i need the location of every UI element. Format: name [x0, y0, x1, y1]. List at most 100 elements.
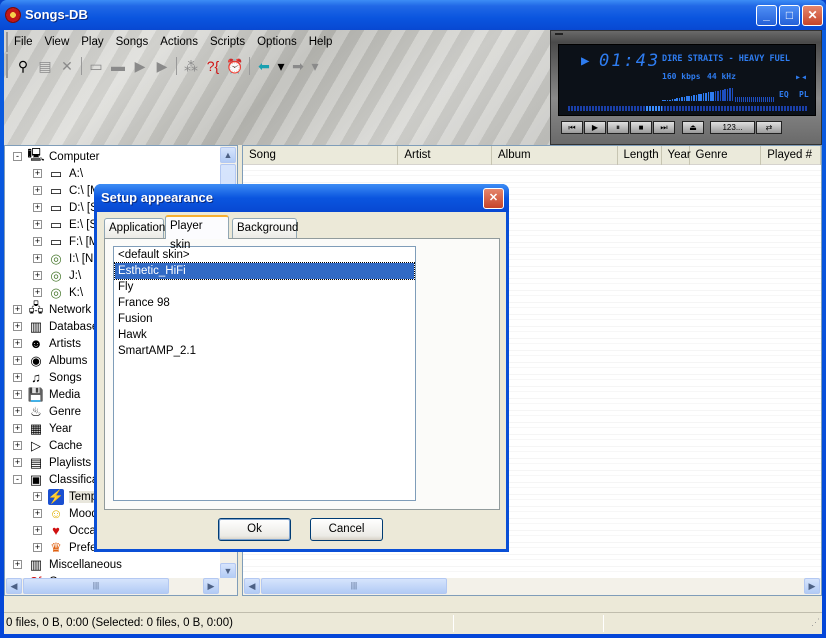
playlist-toggle[interactable]: PL [799, 90, 809, 99]
tab-background[interactable]: Background [232, 218, 298, 238]
column-played[interactable]: Played # [761, 146, 821, 165]
expand-icon[interactable]: + [13, 390, 22, 399]
tree-item-playlists[interactable]: + ▤ Playlists [13, 454, 91, 471]
expand-icon[interactable]: + [33, 492, 42, 501]
query-button[interactable]: ?{ [202, 55, 224, 77]
expand-icon[interactable]: + [13, 560, 22, 569]
playlist-add-button[interactable]: ▬ [107, 55, 129, 77]
menu-songs[interactable]: Songs [116, 36, 149, 48]
scroll-thumb[interactable]: ||| [261, 578, 447, 594]
tree-item-media[interactable]: + 💾 Media [13, 386, 80, 403]
column-song[interactable]: Song [243, 146, 399, 165]
tree-item-f-m[interactable]: + ▭ F:\ [M [33, 233, 98, 250]
menu-help[interactable]: Help [309, 36, 333, 48]
skin-item[interactable]: Fly [115, 279, 414, 295]
stop-button[interactable]: ■ [630, 121, 652, 134]
expand-icon[interactable]: + [33, 526, 42, 535]
balance-slider[interactable] [735, 97, 775, 102]
wand-button[interactable]: ⁂ [180, 55, 202, 77]
menu-scripts[interactable]: Scripts [210, 36, 245, 48]
collapse-icon[interactable]: - [13, 152, 22, 161]
tree-item-albums[interactable]: + ◉ Albums [13, 352, 87, 369]
prev-track-button[interactable]: ⏮ [561, 121, 583, 134]
skin-item[interactable]: Fusion [115, 311, 414, 327]
ok-button[interactable]: Ok [218, 518, 291, 541]
playlist-number-button[interactable]: 123... [710, 121, 755, 134]
balance-icon[interactable]: ▸◂ [795, 72, 807, 83]
tree-item-database[interactable]: + ▥ Database [13, 318, 98, 335]
seek-bar[interactable] [568, 106, 808, 111]
expand-icon[interactable]: + [33, 203, 42, 212]
column-genre[interactable]: Genre [690, 146, 762, 165]
tree-horizontal-scrollbar[interactable]: ◀ ||| ▶ [5, 578, 237, 595]
tree-item-d-s[interactable]: + ▭ D:\ [S [33, 199, 98, 216]
delete-button[interactable]: ✕ [56, 55, 78, 77]
menu-view[interactable]: View [45, 36, 70, 48]
scroll-up-button[interactable]: ▲ [220, 147, 236, 163]
tree-item-network[interactable]: + 🖧 Network [13, 300, 91, 318]
skin-item[interactable]: France 98 [115, 295, 414, 311]
tree-item-i-n[interactable]: + ◎ I:\ [N [33, 250, 93, 267]
scroll-left-button[interactable]: ◀ [6, 578, 22, 594]
expand-icon[interactable]: + [13, 322, 22, 331]
expand-icon[interactable]: + [13, 373, 22, 382]
next-track-button[interactable]: ⏭ [653, 121, 675, 134]
tree-item-songs[interactable]: + ♫ Songs [13, 369, 82, 386]
tree-item-mood[interactable]: + ☺ Mood [33, 505, 98, 522]
menu-file[interactable]: File [14, 36, 33, 48]
expand-icon[interactable]: + [13, 305, 22, 314]
expand-icon[interactable]: + [13, 339, 22, 348]
column-length[interactable]: Length [618, 146, 662, 165]
forward-arrow-button[interactable]: ➡ [287, 55, 309, 77]
tree-item-e-s[interactable]: + ▭ E:\ [S [33, 216, 97, 233]
column-year[interactable]: Year [662, 146, 691, 165]
scroll-right-button[interactable]: ▶ [804, 578, 820, 594]
back-dropdown-button[interactable]: ▾ [275, 55, 287, 77]
scroll-down-button[interactable]: ▼ [220, 563, 236, 579]
dialog-title[interactable]: Setup appearance [94, 184, 509, 212]
resize-grip-icon[interactable]: ⋰ [811, 612, 820, 632]
play-next-button[interactable]: ▶ [151, 55, 173, 77]
menu-actions[interactable]: Actions [160, 36, 198, 48]
tab-player-skin[interactable]: Player skin [165, 215, 229, 251]
title-bar[interactable]: Songs-DB _ □ ✕ [0, 0, 826, 30]
skin-item[interactable]: SmartAMP_2.1 [115, 343, 414, 359]
back-arrow-button[interactable]: ⬅ [253, 55, 275, 77]
eq-toggle[interactable]: EQ [779, 90, 789, 99]
alarm-clock-button[interactable]: ⏰ [224, 55, 246, 77]
binoculars-button[interactable]: ⚲ [12, 55, 34, 77]
tab-application[interactable]: Application [104, 218, 165, 238]
expand-icon[interactable]: + [13, 356, 22, 365]
scroll-left-button[interactable]: ◀ [244, 578, 260, 594]
skin-item[interactable]: <default skin> [115, 247, 414, 263]
expand-icon[interactable]: + [13, 458, 22, 467]
list-horizontal-scrollbar[interactable]: ◀ ||| ▶ [243, 578, 821, 595]
expand-icon[interactable]: + [13, 407, 22, 416]
expand-icon[interactable]: + [33, 220, 42, 229]
scroll-thumb[interactable]: ||| [23, 578, 169, 594]
tree-item-artists[interactable]: + ☻ Artists [13, 335, 81, 352]
expand-icon[interactable]: + [33, 543, 42, 552]
tree-item-miscellaneous[interactable]: + ▥ Miscellaneous [13, 556, 122, 573]
expand-icon[interactable]: + [13, 424, 22, 433]
properties-button[interactable]: ▤ [34, 55, 56, 77]
column-artist[interactable]: Artist [398, 146, 492, 165]
tree-item-genre[interactable]: + ♨ Genre [13, 403, 81, 420]
tree-item-classificat[interactable]: - ▣ Classificat [13, 471, 101, 488]
column-album[interactable]: Album [492, 146, 618, 165]
play-button[interactable]: ▶ [584, 121, 606, 134]
expand-icon[interactable]: + [13, 441, 22, 450]
maximize-button[interactable]: □ [779, 5, 800, 26]
menu-play[interactable]: Play [81, 36, 103, 48]
expand-icon[interactable]: + [33, 509, 42, 518]
tree-item-a[interactable]: + ▭ A:\ [33, 165, 83, 182]
expand-icon[interactable]: + [33, 288, 42, 297]
cancel-button[interactable]: Cancel [310, 518, 383, 541]
skin-item[interactable]: Esthetic_HiFi [114, 262, 415, 280]
scroll-right-button[interactable]: ▶ [203, 578, 219, 594]
repeat-button[interactable]: ⇄ [756, 121, 782, 134]
pause-button[interactable]: ⏸ [607, 121, 629, 134]
tree-item-prefe[interactable]: + ♛ Prefe [33, 539, 97, 556]
menu-options[interactable]: Options [257, 36, 297, 48]
expand-icon[interactable]: + [33, 271, 42, 280]
